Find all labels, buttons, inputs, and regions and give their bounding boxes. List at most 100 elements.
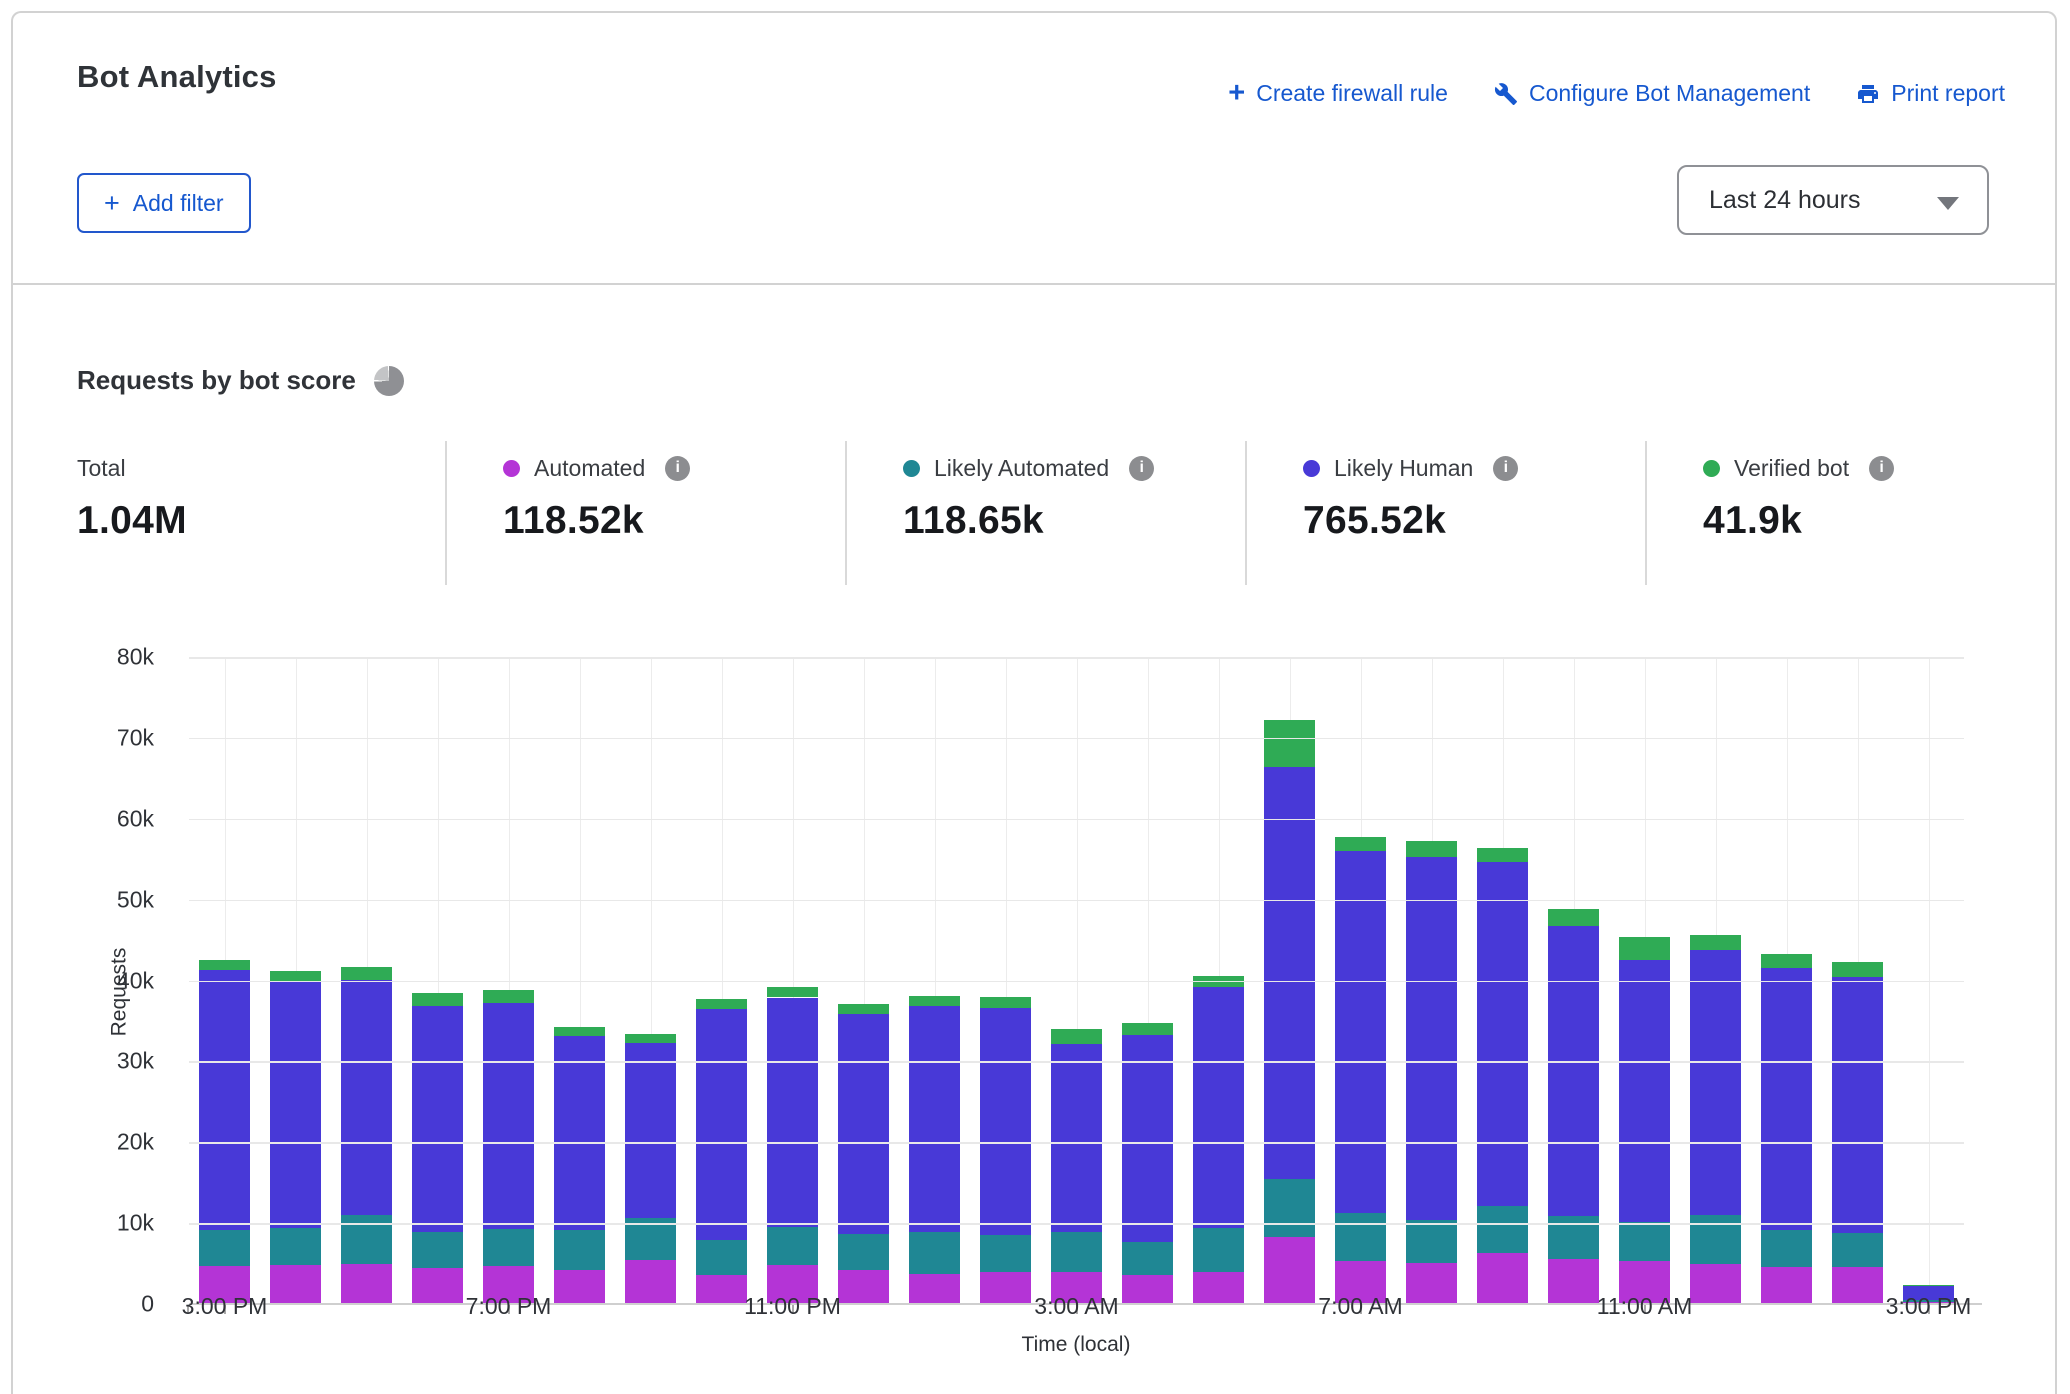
segment-likely-automated[interactable]: [696, 1240, 748, 1275]
segment-verified-bot[interactable]: [1122, 1023, 1174, 1034]
segment-verified-bot[interactable]: [483, 990, 535, 1003]
info-icon[interactable]: i: [1493, 456, 1518, 481]
segment-automated[interactable]: [1477, 1253, 1529, 1304]
segment-verified-bot[interactable]: [1690, 935, 1742, 950]
segment-verified-bot[interactable]: [341, 967, 393, 980]
y-tick-label: 30k: [117, 1048, 154, 1075]
segment-likely-human[interactable]: [1477, 862, 1529, 1206]
gridline-horizontal: [189, 738, 1964, 740]
segment-likely-automated[interactable]: [199, 1230, 251, 1266]
segment-automated[interactable]: [1690, 1264, 1742, 1304]
segment-likely-automated[interactable]: [1193, 1228, 1245, 1272]
segment-likely-automated[interactable]: [909, 1232, 961, 1274]
segment-automated[interactable]: [554, 1270, 606, 1304]
segment-likely-human[interactable]: [838, 1014, 890, 1235]
segment-verified-bot[interactable]: [1832, 962, 1884, 977]
segment-automated[interactable]: [1832, 1267, 1884, 1304]
configure-bot-management-link[interactable]: Configure Bot Management: [1494, 80, 1810, 107]
segment-likely-human[interactable]: [1051, 1044, 1103, 1232]
bot-analytics-card: Bot Analytics + Create firewall rule Con…: [11, 11, 2057, 1394]
segment-likely-automated[interactable]: [1335, 1213, 1387, 1261]
segment-verified-bot[interactable]: [1051, 1029, 1103, 1044]
segment-likely-automated[interactable]: [1832, 1233, 1884, 1267]
add-filter-button[interactable]: + Add filter: [77, 173, 251, 233]
segment-likely-automated[interactable]: [1122, 1242, 1174, 1275]
segment-automated[interactable]: [909, 1274, 961, 1304]
segment-automated[interactable]: [412, 1268, 464, 1304]
segment-verified-bot[interactable]: [1264, 720, 1316, 767]
segment-verified-bot[interactable]: [1335, 837, 1387, 852]
segment-verified-bot[interactable]: [767, 987, 819, 998]
segment-verified-bot[interactable]: [625, 1034, 677, 1043]
segment-likely-human[interactable]: [1548, 926, 1600, 1216]
segment-automated[interactable]: [341, 1264, 393, 1304]
segment-likely-automated[interactable]: [767, 1227, 819, 1265]
segment-likely-human[interactable]: [1264, 767, 1316, 1179]
segment-verified-bot[interactable]: [980, 997, 1032, 1008]
segment-likely-human[interactable]: [1193, 987, 1245, 1228]
segment-likely-human[interactable]: [980, 1008, 1032, 1235]
segment-likely-human[interactable]: [483, 1003, 535, 1229]
segment-likely-human[interactable]: [554, 1036, 606, 1229]
segment-verified-bot[interactable]: [412, 993, 464, 1005]
segment-automated[interactable]: [980, 1272, 1032, 1304]
segment-likely-human[interactable]: [1335, 851, 1387, 1213]
segment-likely-automated[interactable]: [980, 1235, 1032, 1272]
segment-likely-human[interactable]: [1619, 960, 1671, 1222]
segment-likely-human[interactable]: [1832, 977, 1884, 1233]
segment-likely-human[interactable]: [1761, 968, 1813, 1230]
segment-verified-bot[interactable]: [838, 1004, 890, 1014]
segment-automated[interactable]: [1406, 1263, 1458, 1304]
segment-likely-automated[interactable]: [1264, 1179, 1316, 1236]
segment-verified-bot[interactable]: [1903, 1285, 1955, 1286]
segment-likely-human[interactable]: [412, 1006, 464, 1232]
segment-verified-bot[interactable]: [1761, 954, 1813, 968]
segment-likely-automated[interactable]: [1477, 1206, 1529, 1253]
create-firewall-rule-link[interactable]: + Create firewall rule: [1228, 79, 1448, 108]
header-actions: + Create firewall rule Configure Bot Man…: [1228, 79, 2005, 108]
segment-verified-bot[interactable]: [199, 960, 251, 971]
segment-automated[interactable]: [1264, 1237, 1316, 1304]
segment-automated[interactable]: [1761, 1267, 1813, 1304]
segment-likely-automated[interactable]: [1406, 1220, 1458, 1263]
stat-verified-bot: Verified bot i 41.9k: [1645, 441, 2045, 585]
segment-verified-bot[interactable]: [1619, 937, 1671, 960]
segment-likely-human[interactable]: [767, 998, 819, 1228]
segment-automated[interactable]: [1122, 1275, 1174, 1304]
segment-automated[interactable]: [270, 1265, 322, 1304]
segment-likely-human[interactable]: [625, 1043, 677, 1218]
segment-automated[interactable]: [838, 1270, 890, 1304]
segment-likely-human[interactable]: [1690, 950, 1742, 1215]
segment-likely-human[interactable]: [1406, 857, 1458, 1220]
segment-likely-human[interactable]: [909, 1006, 961, 1232]
segment-automated[interactable]: [696, 1275, 748, 1304]
segment-likely-human[interactable]: [696, 1009, 748, 1240]
info-icon[interactable]: i: [1869, 456, 1894, 481]
segment-verified-bot[interactable]: [909, 996, 961, 1007]
info-icon[interactable]: i: [665, 456, 690, 481]
segment-automated[interactable]: [1548, 1259, 1600, 1304]
segment-verified-bot[interactable]: [1548, 909, 1600, 926]
segment-verified-bot[interactable]: [554, 1027, 606, 1037]
segment-likely-automated[interactable]: [838, 1234, 890, 1270]
segment-likely-human[interactable]: [199, 970, 251, 1230]
segment-automated[interactable]: [625, 1260, 677, 1304]
segment-likely-automated[interactable]: [270, 1228, 322, 1265]
segment-likely-automated[interactable]: [412, 1232, 464, 1268]
segment-likely-human[interactable]: [270, 982, 322, 1228]
segment-verified-bot[interactable]: [1406, 841, 1458, 857]
segment-likely-automated[interactable]: [554, 1230, 606, 1270]
segment-automated[interactable]: [1193, 1272, 1245, 1304]
segment-verified-bot[interactable]: [1477, 848, 1529, 863]
time-range-select[interactable]: Last 24 hours: [1677, 165, 1989, 235]
segment-verified-bot[interactable]: [696, 999, 748, 1009]
info-icon[interactable]: i: [1129, 456, 1154, 481]
segment-likely-automated[interactable]: [1619, 1222, 1671, 1261]
segment-likely-automated[interactable]: [483, 1229, 535, 1266]
segment-likely-human[interactable]: [341, 980, 393, 1215]
print-report-link[interactable]: Print report: [1856, 80, 2005, 107]
segment-likely-human[interactable]: [1122, 1035, 1174, 1242]
segment-likely-automated[interactable]: [1761, 1230, 1813, 1267]
segment-likely-automated[interactable]: [1051, 1232, 1103, 1272]
chart-plot-area[interactable]: [189, 657, 1964, 1304]
